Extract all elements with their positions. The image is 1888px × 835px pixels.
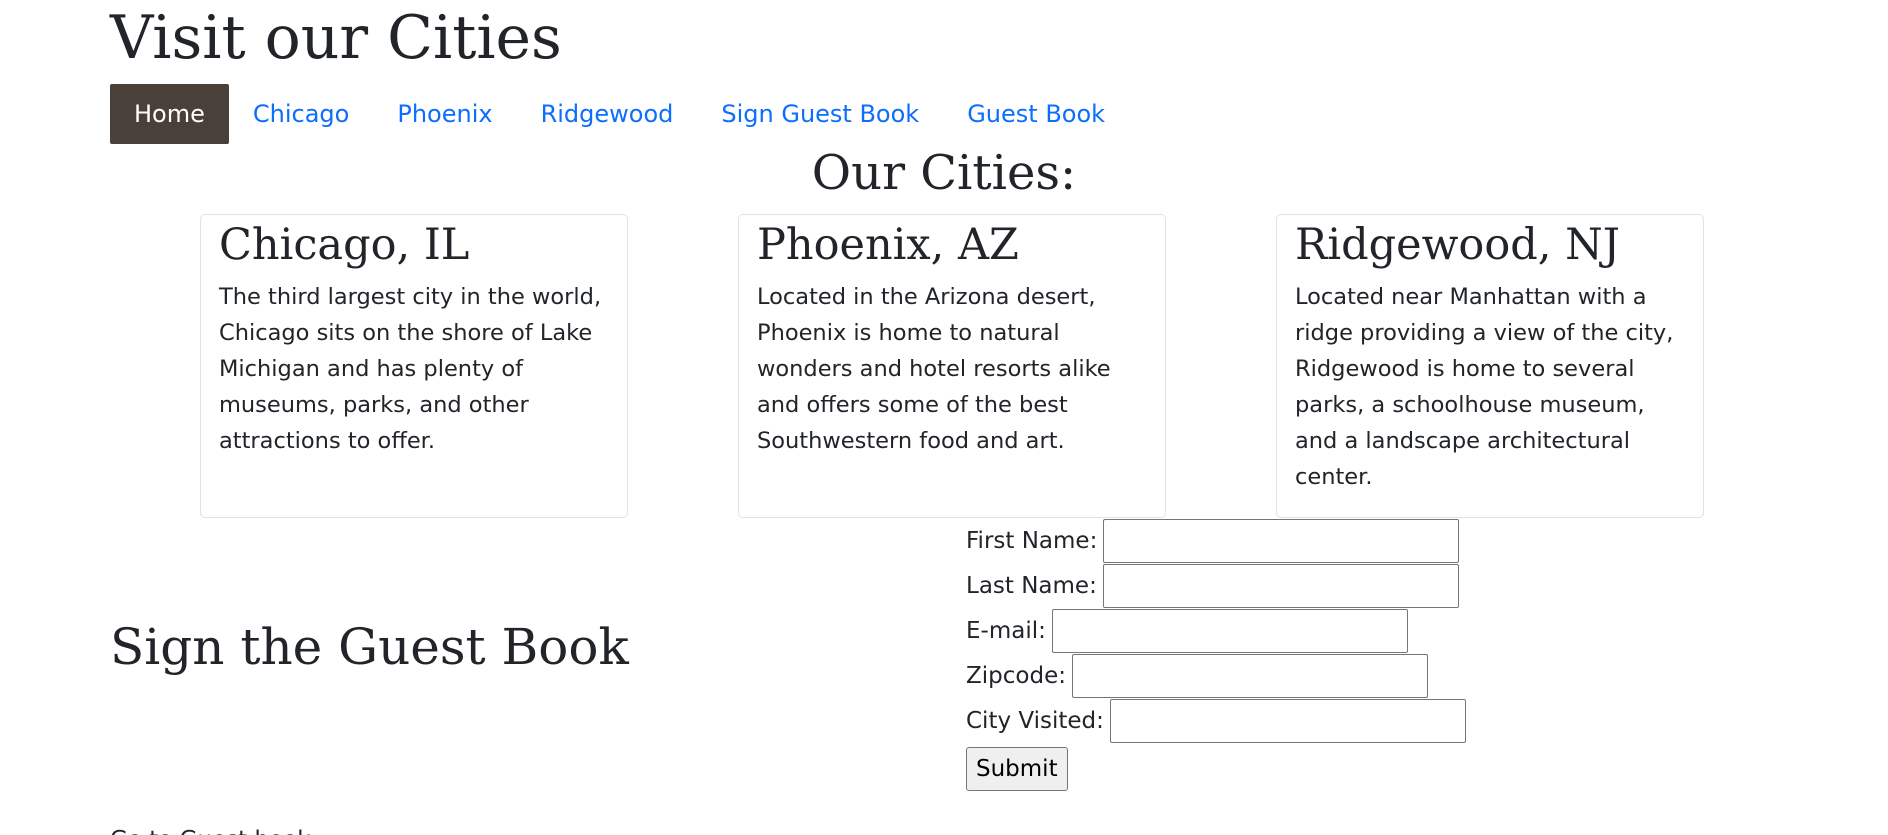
form-row-zipcode: Zipcode: — [966, 653, 1466, 698]
nav-guest-book[interactable]: Guest Book — [943, 84, 1129, 144]
form-row-city-visited: City Visited: — [966, 698, 1466, 743]
city-card-text: The third largest city in the world, Chi… — [219, 284, 602, 454]
nav-phoenix[interactable]: Phoenix — [373, 84, 516, 144]
site-title: Visit our Cities — [110, 3, 562, 73]
city-card-ridgewood: Ridgewood, NJ Located near Manhattan wit… — [1276, 214, 1704, 518]
city-card-text: Located near Manhattan with a ridge prov… — [1295, 284, 1674, 490]
go-to-guest-book-link[interactable]: Go to Guest book — [110, 826, 311, 835]
city-visited-label: City Visited: — [966, 707, 1104, 734]
first-name-label: First Name: — [966, 527, 1098, 554]
city-card-phoenix: Phoenix, AZ Located in the Arizona deser… — [738, 214, 1166, 518]
form-row-last-name: Last Name: — [966, 563, 1466, 608]
nav-home[interactable]: Home — [110, 84, 229, 144]
zipcode-label: Zipcode: — [966, 662, 1066, 689]
submit-button[interactable]: Submit — [966, 747, 1068, 791]
sign-guest-book-heading: Sign the Guest Book — [110, 618, 629, 676]
nav-ridgewood[interactable]: Ridgewood — [517, 84, 698, 144]
zipcode-input[interactable] — [1071, 653, 1428, 698]
first-name-input[interactable] — [1103, 518, 1460, 563]
nav-chicago[interactable]: Chicago — [229, 84, 373, 144]
last-name-label: Last Name: — [966, 572, 1097, 599]
city-card-title: Phoenix, AZ — [757, 220, 1019, 270]
email-label: E-mail: — [966, 617, 1046, 644]
city-card-chicago: Chicago, IL The third largest city in th… — [200, 214, 628, 518]
main-nav: Home Chicago Phoenix Ridgewood Sign Gues… — [110, 84, 1129, 144]
our-cities-heading: Our Cities: — [811, 145, 1077, 201]
nav-sign-guest-book[interactable]: Sign Guest Book — [697, 84, 943, 144]
page: Visit our Cities Home Chicago Phoenix Ri… — [0, 0, 1888, 835]
form-row-first-name: First Name: — [966, 518, 1466, 563]
email-input[interactable] — [1051, 608, 1408, 653]
city-card-text: Located in the Arizona desert, Phoenix i… — [757, 284, 1111, 454]
city-card-title: Chicago, IL — [219, 220, 470, 270]
guest-book-form: First Name: Last Name: E-mail: Zipcode: … — [966, 518, 1466, 791]
city-visited-input[interactable] — [1109, 698, 1466, 743]
city-card-title: Ridgewood, NJ — [1295, 220, 1620, 270]
last-name-input[interactable] — [1102, 563, 1459, 608]
form-row-email: E-mail: — [966, 608, 1466, 653]
